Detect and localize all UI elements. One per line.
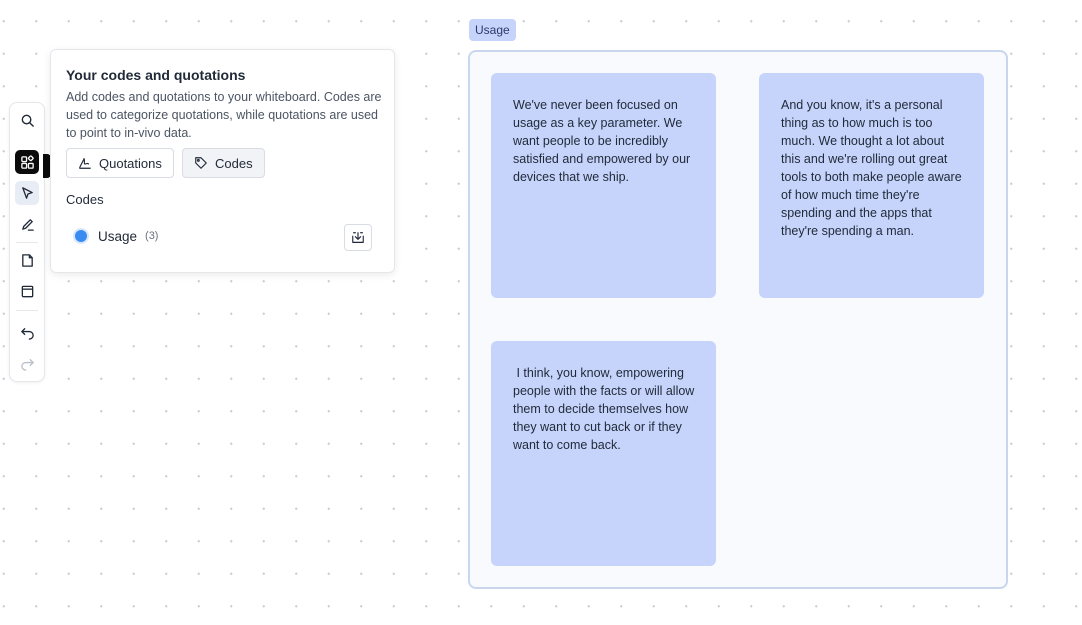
note-text: And you know, it's a personal thing as t… <box>781 98 962 238</box>
redo-button[interactable] <box>15 351 39 375</box>
insert-code-button[interactable] <box>344 224 372 251</box>
code-color-dot <box>73 228 89 244</box>
undo-icon <box>20 327 34 340</box>
codes-tool-button[interactable] <box>15 150 39 174</box>
code-name: Usage <box>98 228 138 244</box>
select-tool-button[interactable] <box>15 181 39 205</box>
frame-tool-button[interactable] <box>15 279 39 303</box>
sticky-note-icon <box>21 253 33 267</box>
codes-button-label: Codes <box>215 155 253 171</box>
pen-tool-button[interactable] <box>15 212 39 236</box>
pen-icon <box>21 218 34 231</box>
codes-grid-icon <box>20 154 34 169</box>
code-count: (3) <box>145 230 159 242</box>
codes-button[interactable]: Codes <box>182 148 265 178</box>
download-tray-icon <box>352 231 364 243</box>
quotation-note[interactable]: I think, you know, empowering people wit… <box>491 341 716 566</box>
panel-description: Add codes and quotations to your whitebo… <box>66 90 382 140</box>
toolbar-divider <box>16 242 38 243</box>
cursor-arrow-icon <box>21 186 33 199</box>
quotations-button[interactable]: Quotations <box>66 148 174 178</box>
codes-quotations-panel: Your codes and quotations Add codes and … <box>50 49 395 273</box>
quotation-note[interactable]: And you know, it's a personal thing as t… <box>759 73 984 298</box>
code-item-usage[interactable]: Usage (3) <box>73 228 158 244</box>
signature-icon <box>79 158 91 169</box>
note-tool-button[interactable] <box>15 248 39 272</box>
group-label[interactable]: Usage <box>469 19 516 41</box>
quotations-button-label: Quotations <box>99 155 162 171</box>
note-text: We've never been focused on usage as a k… <box>513 98 691 184</box>
search-button[interactable] <box>15 108 39 132</box>
quotation-note[interactable]: We've never been focused on usage as a k… <box>491 73 716 298</box>
panel-title: Your codes and quotations <box>66 67 246 83</box>
frame-icon <box>21 285 33 297</box>
toolbar-divider <box>16 310 38 311</box>
search-icon <box>21 114 34 127</box>
undo-button[interactable] <box>15 320 39 344</box>
note-text: I think, you know, empowering people wit… <box>513 366 698 452</box>
tag-icon <box>195 157 207 169</box>
left-toolbar <box>9 102 45 382</box>
codes-heading: Codes <box>66 192 104 207</box>
redo-icon <box>20 358 34 371</box>
